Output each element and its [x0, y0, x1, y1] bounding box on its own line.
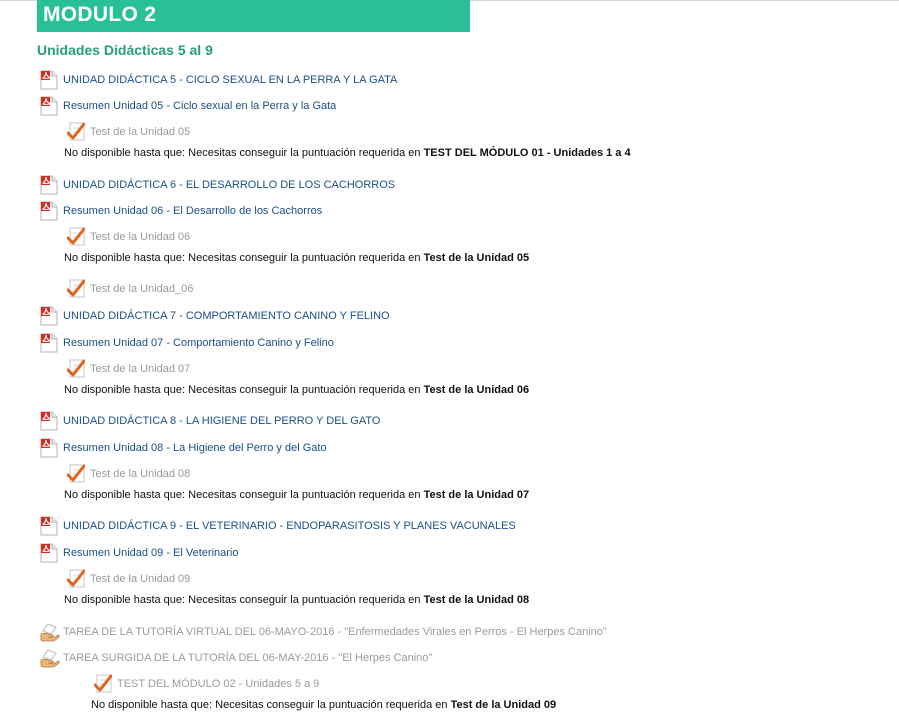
pdf-icon — [40, 201, 58, 221]
quiz-check-icon — [66, 464, 86, 484]
quiz-label-disabled: Test de la Unidad 07 — [90, 363, 191, 375]
resource-link[interactable]: UNIDAD DIDÁCTICA 9 - EL VETERINARIO - EN… — [63, 520, 516, 532]
pdf-icon — [40, 516, 58, 536]
resource-link[interactable]: Resumen Unidad 09 - El Veterinario — [63, 547, 238, 559]
resource-link[interactable]: Resumen Unidad 05 - Ciclo sexual en la P… — [63, 100, 336, 112]
list-item[interactable]: Resumen Unidad 08 - La Higiene del Perro… — [40, 437, 327, 459]
list-item: Test de la Unidad_06 — [66, 278, 194, 300]
restriction-note: No disponible hasta que: Necesitas conse… — [64, 252, 529, 264]
quiz-check-icon — [66, 122, 86, 142]
resource-link[interactable]: UNIDAD DIDÁCTICA 8 - LA HIGIENE DEL PERR… — [63, 415, 380, 427]
quiz-label-disabled: Test de la Unidad 05 — [90, 126, 191, 138]
list-item: Test de la Unidad 05 — [66, 121, 191, 143]
resource-link[interactable]: UNIDAD DIDÁCTICA 6 - EL DESARROLLO DE LO… — [63, 179, 395, 191]
restriction-prefix: No disponible hasta que: Necesitas conse… — [64, 252, 424, 264]
assignment-hand-icon — [40, 622, 60, 642]
pdf-icon — [40, 306, 58, 326]
list-item[interactable]: Resumen Unidad 06 - El Desarrollo de los… — [40, 200, 322, 222]
module-header: MODULO 2 — [37, 0, 470, 32]
restriction-prefix: No disponible hasta que: Necesitas conse… — [64, 384, 424, 396]
quiz-label-disabled: Test de la Unidad_06 — [90, 283, 194, 295]
restriction-prefix: No disponible hasta que: Necesitas conse… — [64, 147, 424, 159]
resource-link[interactable]: UNIDAD DIDÁCTICA 7 - COMPORTAMIENTO CANI… — [63, 310, 390, 322]
quiz-label-disabled: Test de la Unidad 08 — [90, 468, 191, 480]
list-item[interactable]: Resumen Unidad 07 - Comportamiento Canin… — [40, 332, 334, 354]
list-item: Test de la Unidad 06 — [66, 226, 191, 248]
list-item: Test de la Unidad 09 — [66, 568, 191, 590]
list-item[interactable]: UNIDAD DIDÁCTICA 6 - EL DESARROLLO DE LO… — [40, 174, 395, 196]
pdf-icon — [40, 96, 58, 116]
restriction-target: Test de la Unidad 07 — [423, 489, 530, 501]
quiz-label-disabled: TEST DEL MÓDULO 02 - Unidades 5 a 9 — [117, 678, 320, 690]
list-item: Test de la Unidad 07 — [66, 358, 191, 380]
restriction-target: Test de la Unidad 08 — [423, 594, 530, 606]
restriction-target: Test de la Unidad 06 — [423, 384, 530, 396]
list-item[interactable]: UNIDAD DIDÁCTICA 5 - CICLO SEXUAL EN LA … — [40, 69, 397, 91]
restriction-prefix: No disponible hasta que: Necesitas conse… — [91, 699, 451, 711]
list-item[interactable]: Resumen Unidad 09 - El Veterinario — [40, 542, 238, 564]
quiz-check-icon — [66, 359, 86, 379]
restriction-target: TEST DEL MÓDULO 01 - Unidades 1 a 4 — [423, 147, 631, 159]
restriction-note: No disponible hasta que: Necesitas conse… — [64, 594, 529, 606]
restriction-note: No disponible hasta que: Necesitas conse… — [64, 384, 529, 396]
quiz-check-icon — [66, 279, 86, 299]
pdf-icon — [40, 333, 58, 353]
pdf-icon — [40, 411, 58, 431]
list-item[interactable]: UNIDAD DIDÁCTICA 7 - COMPORTAMIENTO CANI… — [40, 305, 390, 327]
pdf-icon — [40, 438, 58, 458]
pdf-icon — [40, 543, 58, 563]
resource-link[interactable]: Resumen Unidad 08 - La Higiene del Perro… — [63, 442, 327, 454]
quiz-check-icon — [93, 674, 113, 694]
section-title: Unidades Didácticas 5 al 9 — [37, 42, 213, 58]
restriction-prefix: No disponible hasta que: Necesitas conse… — [64, 489, 424, 501]
restriction-target: Test de la Unidad 09 — [450, 699, 557, 711]
restriction-note: No disponible hasta que: Necesitas conse… — [64, 147, 631, 159]
quiz-label-disabled: Test de la Unidad 06 — [90, 231, 191, 243]
list-item: TAREA DE LA TUTORÍA VIRTUAL DEL 06-MAYO-… — [40, 621, 607, 643]
restriction-target: Test de la Unidad 05 — [423, 252, 530, 264]
resource-link[interactable]: Resumen Unidad 06 - El Desarrollo de los… — [63, 205, 322, 217]
assignment-label-disabled: TAREA DE LA TUTORÍA VIRTUAL DEL 06-MAYO-… — [63, 626, 607, 638]
list-item[interactable]: UNIDAD DIDÁCTICA 9 - EL VETERINARIO - EN… — [40, 515, 516, 537]
restriction-note: No disponible hasta que: Necesitas conse… — [91, 699, 556, 711]
restriction-note: No disponible hasta que: Necesitas conse… — [64, 489, 529, 501]
assignment-hand-icon — [40, 648, 60, 668]
list-item: TEST DEL MÓDULO 02 - Unidades 5 a 9 — [93, 673, 320, 695]
list-item: TAREA SURGIDA DE LA TUTORÍA DEL 06-MAY-2… — [40, 647, 432, 669]
pdf-icon — [40, 175, 58, 195]
list-item[interactable]: Resumen Unidad 05 - Ciclo sexual en la P… — [40, 95, 336, 117]
quiz-check-icon — [66, 227, 86, 247]
quiz-check-icon — [66, 569, 86, 589]
assignment-label-disabled: TAREA SURGIDA DE LA TUTORÍA DEL 06-MAY-2… — [63, 652, 433, 664]
list-item[interactable]: UNIDAD DIDÁCTICA 8 - LA HIGIENE DEL PERR… — [40, 410, 380, 432]
resource-link[interactable]: UNIDAD DIDÁCTICA 5 - CICLO SEXUAL EN LA … — [63, 74, 397, 86]
list-item: Test de la Unidad 08 — [66, 463, 191, 485]
quiz-label-disabled: Test de la Unidad 09 — [90, 573, 191, 585]
resource-link[interactable]: Resumen Unidad 07 - Comportamiento Canin… — [63, 337, 334, 349]
restriction-prefix: No disponible hasta que: Necesitas conse… — [64, 594, 424, 606]
pdf-icon — [40, 70, 58, 90]
